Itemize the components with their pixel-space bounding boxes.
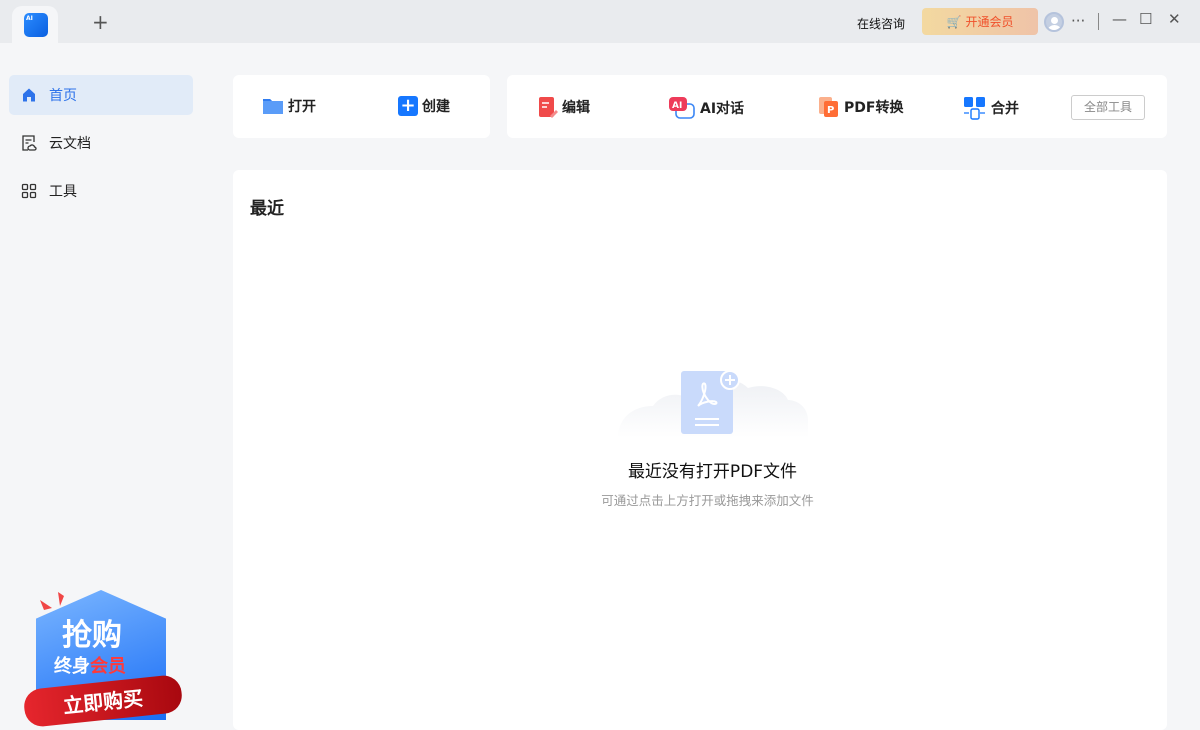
open-button[interactable]: 打开	[262, 96, 316, 116]
sidebar-item-tools[interactable]: 工具	[9, 171, 193, 211]
lifetime-vip-promo[interactable]: 抢购 终身会员 立即购买	[22, 590, 184, 729]
maximize-button[interactable]: ☐	[1139, 10, 1152, 28]
ai-chat-icon: AI	[669, 97, 695, 119]
plus-icon: +	[398, 96, 418, 116]
svg-text:AI: AI	[672, 101, 682, 111]
svg-text:P: P	[827, 105, 834, 116]
sidebar-item-home[interactable]: 首页	[9, 75, 193, 115]
cloud-doc-icon	[22, 135, 37, 151]
pdf-convert-button[interactable]: P PDF转换	[818, 96, 903, 118]
avatar[interactable]	[1044, 12, 1064, 32]
promo-headline: 抢购	[62, 618, 122, 653]
empty-pdf-illustration	[618, 370, 808, 438]
new-tab-button[interactable]: +	[92, 10, 109, 34]
more-menu-button[interactable]: ···	[1071, 12, 1085, 30]
edit-icon	[539, 97, 558, 118]
home-tab[interactable]: AI	[12, 6, 58, 43]
promo-subline: 终身会员	[54, 656, 126, 677]
merge-button[interactable]: 合并	[963, 96, 1019, 120]
grid-icon	[21, 183, 37, 199]
cart-icon: 🛒	[946, 14, 962, 29]
online-consult-link[interactable]: 在线咨询	[857, 15, 905, 32]
sidebar-item-cloud-docs[interactable]: 云文档	[9, 123, 193, 163]
folder-icon	[263, 99, 283, 114]
merge-icon	[964, 97, 985, 120]
home-icon	[23, 88, 35, 102]
all-tools-button[interactable]: 全部工具	[1071, 95, 1145, 120]
recent-files-panel	[233, 170, 1167, 730]
create-button[interactable]: + 创建	[398, 96, 450, 116]
minimize-button[interactable]: —	[1112, 10, 1127, 28]
recent-heading: 最近	[250, 199, 284, 219]
close-button[interactable]: ✕	[1168, 10, 1181, 28]
app-logo: AI	[24, 13, 48, 37]
edit-button[interactable]: 编辑	[538, 96, 590, 118]
title-bar: AI + 在线咨询 🛒 开通会员 ··· — ☐ ✕	[0, 0, 1200, 43]
empty-state-title: 最近没有打开PDF文件	[627, 462, 798, 482]
ai-chat-button[interactable]: AI AI对话	[668, 96, 744, 120]
vip-button[interactable]: 🛒 开通会员	[922, 8, 1038, 35]
divider	[1098, 13, 1099, 30]
pdf-convert-icon: P	[819, 97, 838, 117]
empty-state-hint: 可通过点击上方打开或拖拽来添加文件	[601, 493, 814, 508]
